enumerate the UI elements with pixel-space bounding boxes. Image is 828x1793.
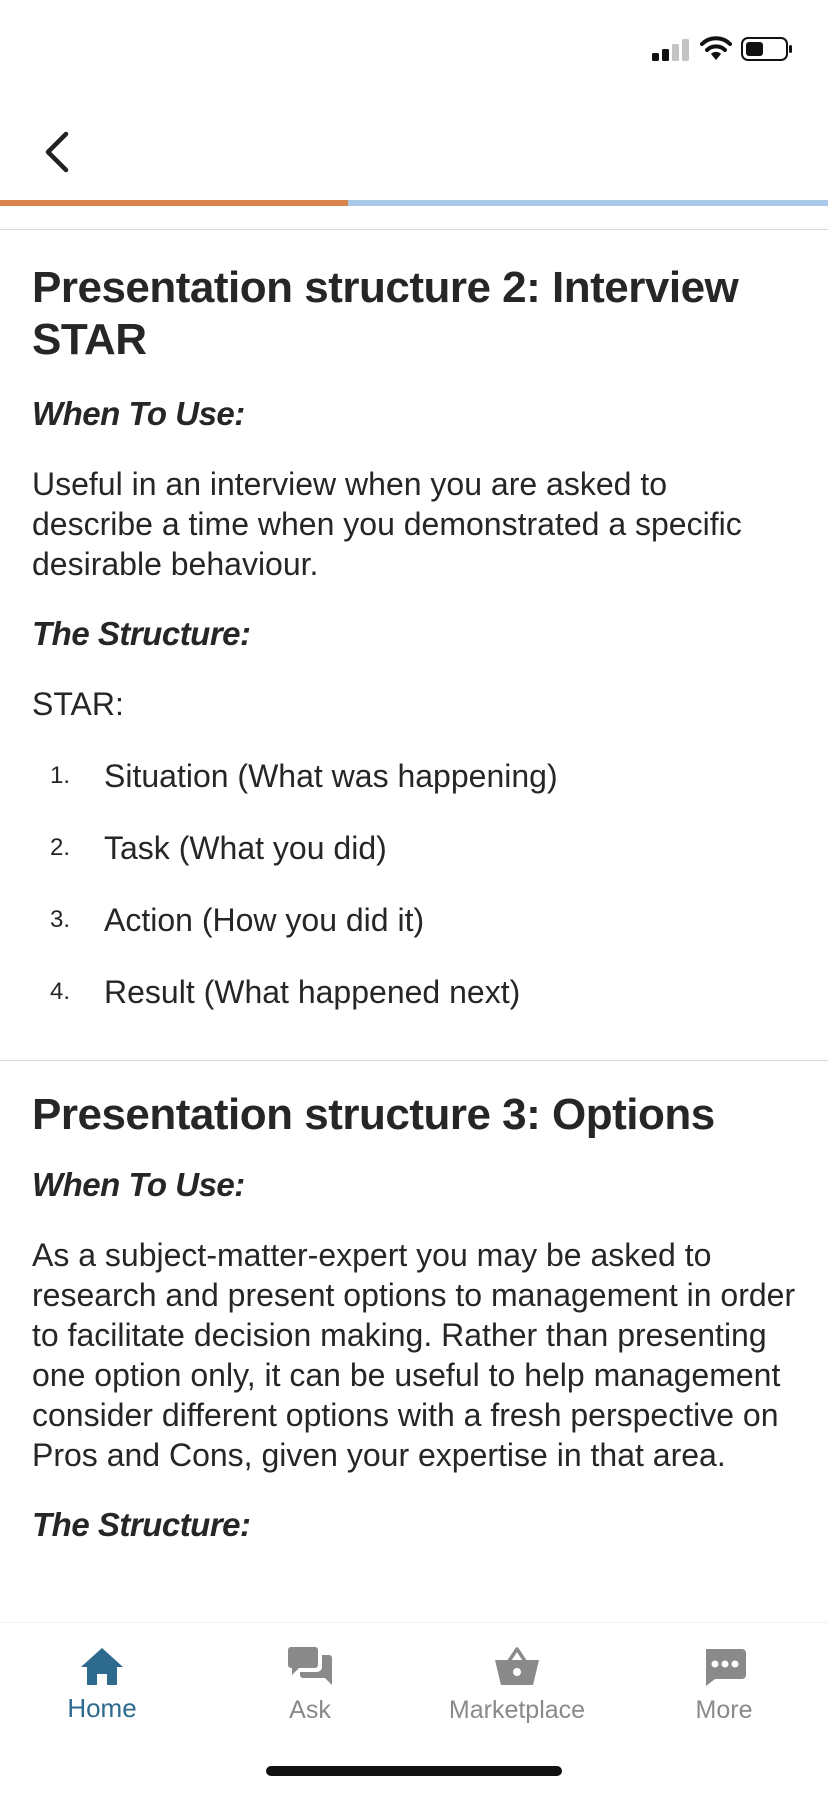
tab-label: Marketplace <box>448 1696 586 1724</box>
tab-label: Home <box>67 1693 137 1723</box>
when-to-use-text: As a subject-matter-expert you may be as… <box>32 1237 796 1473</box>
list-text: Task (What you did) <box>104 830 387 866</box>
section-options: Presentation structure 3: Options When T… <box>0 1061 828 1545</box>
more-dots-icon <box>706 1649 746 1686</box>
structure-intro: STAR: <box>32 686 124 722</box>
list-number: 2. <box>50 834 71 861</box>
list-number: 1. <box>50 762 71 789</box>
tab-label: Ask <box>289 1696 331 1724</box>
tab-home[interactable]: Home <box>22 1645 182 1745</box>
signal-icon <box>652 39 689 61</box>
back-button[interactable] <box>32 120 82 184</box>
list-text: Situation (What was happening) <box>104 758 558 794</box>
list-item: 2. Task (What you did) <box>32 828 796 900</box>
chat-bubbles-icon <box>288 1647 332 1685</box>
when-to-use-heading: When To Use: <box>32 395 245 432</box>
tab-label: More <box>695 1696 753 1724</box>
lesson-content[interactable]: Presentation structure 2: Interview STAR… <box>0 230 828 1622</box>
lesson-progress-bar <box>0 200 828 206</box>
home-icon <box>81 1648 123 1685</box>
home-indicator <box>266 1766 562 1776</box>
list-text: Result (What happened next) <box>104 974 521 1010</box>
status-bar <box>0 0 828 100</box>
structure-heading: The Structure: <box>32 615 251 652</box>
battery-icon <box>741 37 792 61</box>
list-text: Action (How you did it) <box>104 902 425 938</box>
tab-more[interactable]: More <box>644 1645 804 1745</box>
basket-icon <box>495 1647 539 1685</box>
list-number: 3. <box>50 906 71 933</box>
when-to-use-heading: When To Use: <box>32 1166 245 1203</box>
list-item: 3. Action (How you did it) <box>32 900 796 972</box>
wifi-icon <box>700 36 732 60</box>
chevron-left-icon <box>45 131 69 173</box>
lesson-progress-fill <box>0 200 348 206</box>
tab-marketplace[interactable]: Marketplace <box>437 1645 597 1745</box>
list-item: 4. Result (What happened next) <box>32 972 796 1044</box>
section-interview-star: Presentation structure 2: Interview STAR… <box>0 230 828 1044</box>
star-steps-list: 1. Situation (What was happening) 2. Tas… <box>32 756 796 1044</box>
nav-bar <box>0 100 828 200</box>
section-title: Presentation structure 2: Interview STAR <box>32 263 739 364</box>
tab-ask[interactable]: Ask <box>230 1645 390 1745</box>
when-to-use-text: Useful in an interview when you are aske… <box>32 466 742 582</box>
list-item: 1. Situation (What was happening) <box>32 756 796 828</box>
list-number: 4. <box>50 978 71 1005</box>
structure-heading: The Structure: <box>32 1506 251 1543</box>
section-title: Presentation structure 3: Options <box>32 1090 715 1139</box>
